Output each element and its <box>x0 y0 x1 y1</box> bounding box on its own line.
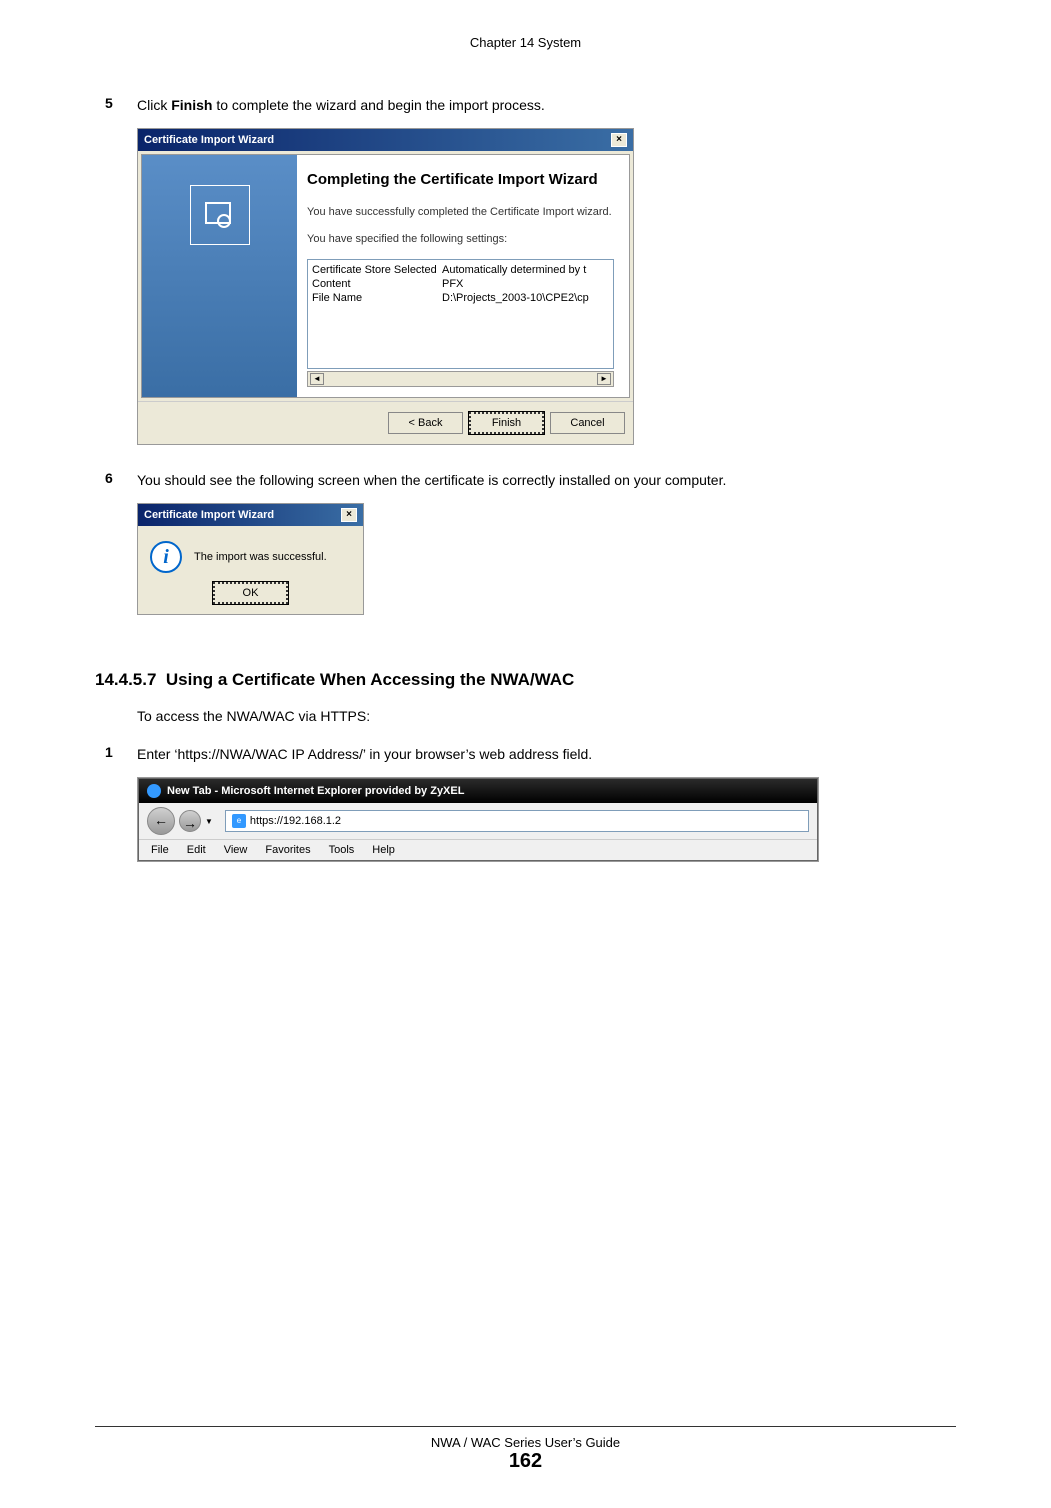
browser-titlebar: New Tab - Microsoft Internet Explorer pr… <box>139 779 817 803</box>
dialog-title: Certificate Import Wizard <box>144 509 274 521</box>
dialog-title: Certificate Import Wizard <box>144 134 274 146</box>
chapter-header: Chapter 14 System <box>95 35 956 50</box>
close-icon[interactable]: × <box>341 508 357 522</box>
wizard-sidebar <box>142 155 297 397</box>
section-heading: 14.4.5.7 Using a Certificate When Access… <box>95 670 956 690</box>
text-after: to complete the wizard and begin the imp… <box>212 97 544 113</box>
wizard-heading: Completing the Certificate Import Wizard <box>307 170 614 190</box>
section-intro: To access the NWA/WAC via HTTPS: <box>137 708 956 724</box>
wizard-body-2: You have specified the following setting… <box>307 232 614 247</box>
cancel-button[interactable]: Cancel <box>550 412 625 434</box>
dialog-titlebar: Certificate Import Wizard × <box>138 504 363 526</box>
step-6: 6 You should see the following screen wh… <box>105 470 956 491</box>
success-message: The import was successful. <box>194 551 327 563</box>
step-1: 1 Enter ‘https://NWA/WAC IP Address/’ in… <box>105 744 956 765</box>
dialog-button-row: OK <box>138 578 363 614</box>
text-before: Click <box>137 97 171 113</box>
menu-edit[interactable]: Edit <box>187 844 206 856</box>
menu-favorites[interactable]: Favorites <box>265 844 310 856</box>
step-1-text: Enter ‘https://NWA/WAC IP Address/’ in y… <box>137 744 592 765</box>
setting-row: Content PFX <box>312 278 609 290</box>
step-5: 5 Click Finish to complete the wizard an… <box>105 95 956 116</box>
success-dialog: Certificate Import Wizard × i The import… <box>138 504 363 614</box>
browser-figure: New Tab - Microsoft Internet Explorer pr… <box>137 777 819 862</box>
setting-row: Certificate Store Selected Automatically… <box>312 264 609 276</box>
page-footer: NWA / WAC Series User’s Guide 162 <box>95 1426 956 1473</box>
horizontal-scrollbar[interactable]: ◄ ► <box>307 371 614 387</box>
close-icon[interactable]: × <box>611 133 627 147</box>
setting-value: PFX <box>442 278 609 290</box>
back-button[interactable]: < Back <box>388 412 463 434</box>
dialog-body: Completing the Certificate Import Wizard… <box>141 154 630 398</box>
info-icon: i <box>150 541 182 573</box>
section-number: 14.4.5.7 <box>95 670 156 689</box>
menu-view[interactable]: View <box>224 844 248 856</box>
step-5-text: Click Finish to complete the wizard and … <box>137 95 545 116</box>
back-nav-button[interactable]: ← <box>147 807 175 835</box>
setting-value: Automatically determined by t <box>442 264 609 276</box>
dialog-body: i The import was successful. <box>138 526 363 578</box>
menu-file[interactable]: File <box>151 844 169 856</box>
finish-bold: Finish <box>171 97 212 113</box>
setting-value: D:\Projects_2003-10\CPE2\cp <box>442 292 609 304</box>
forward-nav-button[interactable]: → <box>179 810 201 832</box>
step-number: 1 <box>105 744 119 765</box>
scroll-left-icon[interactable]: ◄ <box>310 373 324 385</box>
address-bar[interactable]: e https://192.168.1.2 <box>225 810 809 832</box>
settings-listbox: Certificate Store Selected Automatically… <box>307 259 614 369</box>
menu-help[interactable]: Help <box>372 844 395 856</box>
browser-toolbar: ← → ▼ e https://192.168.1.2 <box>139 803 817 840</box>
dialog-button-row: < Back Finish Cancel <box>138 401 633 444</box>
section-title: Using a Certificate When Accessing the N… <box>166 670 574 689</box>
page-icon: e <box>232 814 246 828</box>
setting-label: File Name <box>312 292 442 304</box>
cert-wizard-dialog: Certificate Import Wizard × Completing t… <box>138 129 633 444</box>
success-dialog-figure: Certificate Import Wizard × i The import… <box>137 503 364 615</box>
footer-page-number: 162 <box>95 1450 956 1473</box>
scroll-right-icon[interactable]: ► <box>597 373 611 385</box>
finish-button[interactable]: Finish <box>469 412 544 434</box>
footer-guide-title: NWA / WAC Series User’s Guide <box>95 1435 956 1450</box>
wizard-content: Completing the Certificate Import Wizard… <box>297 155 629 397</box>
browser-title-text: New Tab - Microsoft Internet Explorer pr… <box>167 785 464 797</box>
browser-window: New Tab - Microsoft Internet Explorer pr… <box>138 778 818 861</box>
menu-tools[interactable]: Tools <box>329 844 355 856</box>
setting-label: Content <box>312 278 442 290</box>
step-number: 5 <box>105 95 119 116</box>
setting-row: File Name D:\Projects_2003-10\CPE2\cp <box>312 292 609 304</box>
certificate-icon <box>190 185 250 245</box>
ok-button[interactable]: OK <box>213 582 288 604</box>
wizard-complete-figure: Certificate Import Wizard × Completing t… <box>137 128 634 445</box>
browser-menubar: File Edit View Favorites Tools Help <box>139 840 817 860</box>
wizard-body-1: You have successfully completed the Cert… <box>307 205 614 220</box>
setting-label: Certificate Store Selected <box>312 264 442 276</box>
dialog-titlebar: Certificate Import Wizard × <box>138 129 633 151</box>
step-number: 6 <box>105 470 119 491</box>
dropdown-icon[interactable]: ▼ <box>205 817 213 826</box>
ie-icon <box>147 784 161 798</box>
url-text: https://192.168.1.2 <box>250 815 341 827</box>
step-6-text: You should see the following screen when… <box>137 470 726 491</box>
